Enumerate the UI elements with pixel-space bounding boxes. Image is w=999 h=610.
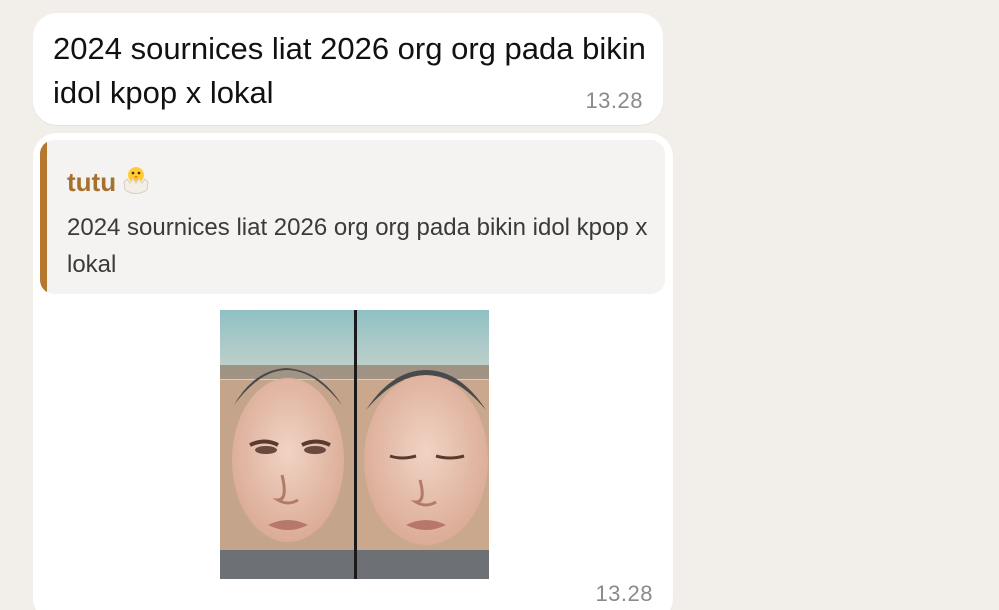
quoted-message[interactable]: tutu 2024 sournices liat 2026 org org pa…	[40, 140, 665, 294]
image-attachment[interactable]	[220, 310, 489, 579]
hatching-chick-icon	[118, 162, 154, 198]
side-by-side-photo-icon	[220, 310, 489, 579]
quote-accent-bar	[40, 140, 47, 294]
quoted-author: tutu	[67, 164, 154, 200]
message-timestamp: 13.28	[585, 88, 643, 113]
message-bubble-reply[interactable]: tutu 2024 sournices liat 2026 org org pa…	[33, 133, 673, 610]
message-timestamp: 13.28	[595, 581, 653, 606]
chat-view: 2024 sournices liat 2026 org org pada bi…	[0, 0, 999, 610]
quoted-text: 2024 sournices liat 2026 org org pada bi…	[67, 214, 648, 278]
message-bubble[interactable]: 2024 sournices liat 2026 org org pada bi…	[33, 13, 663, 125]
message-text: 2024 sournices liat 2026 org org pada bi…	[53, 31, 646, 110]
quoted-author-name: tutu	[67, 166, 117, 197]
